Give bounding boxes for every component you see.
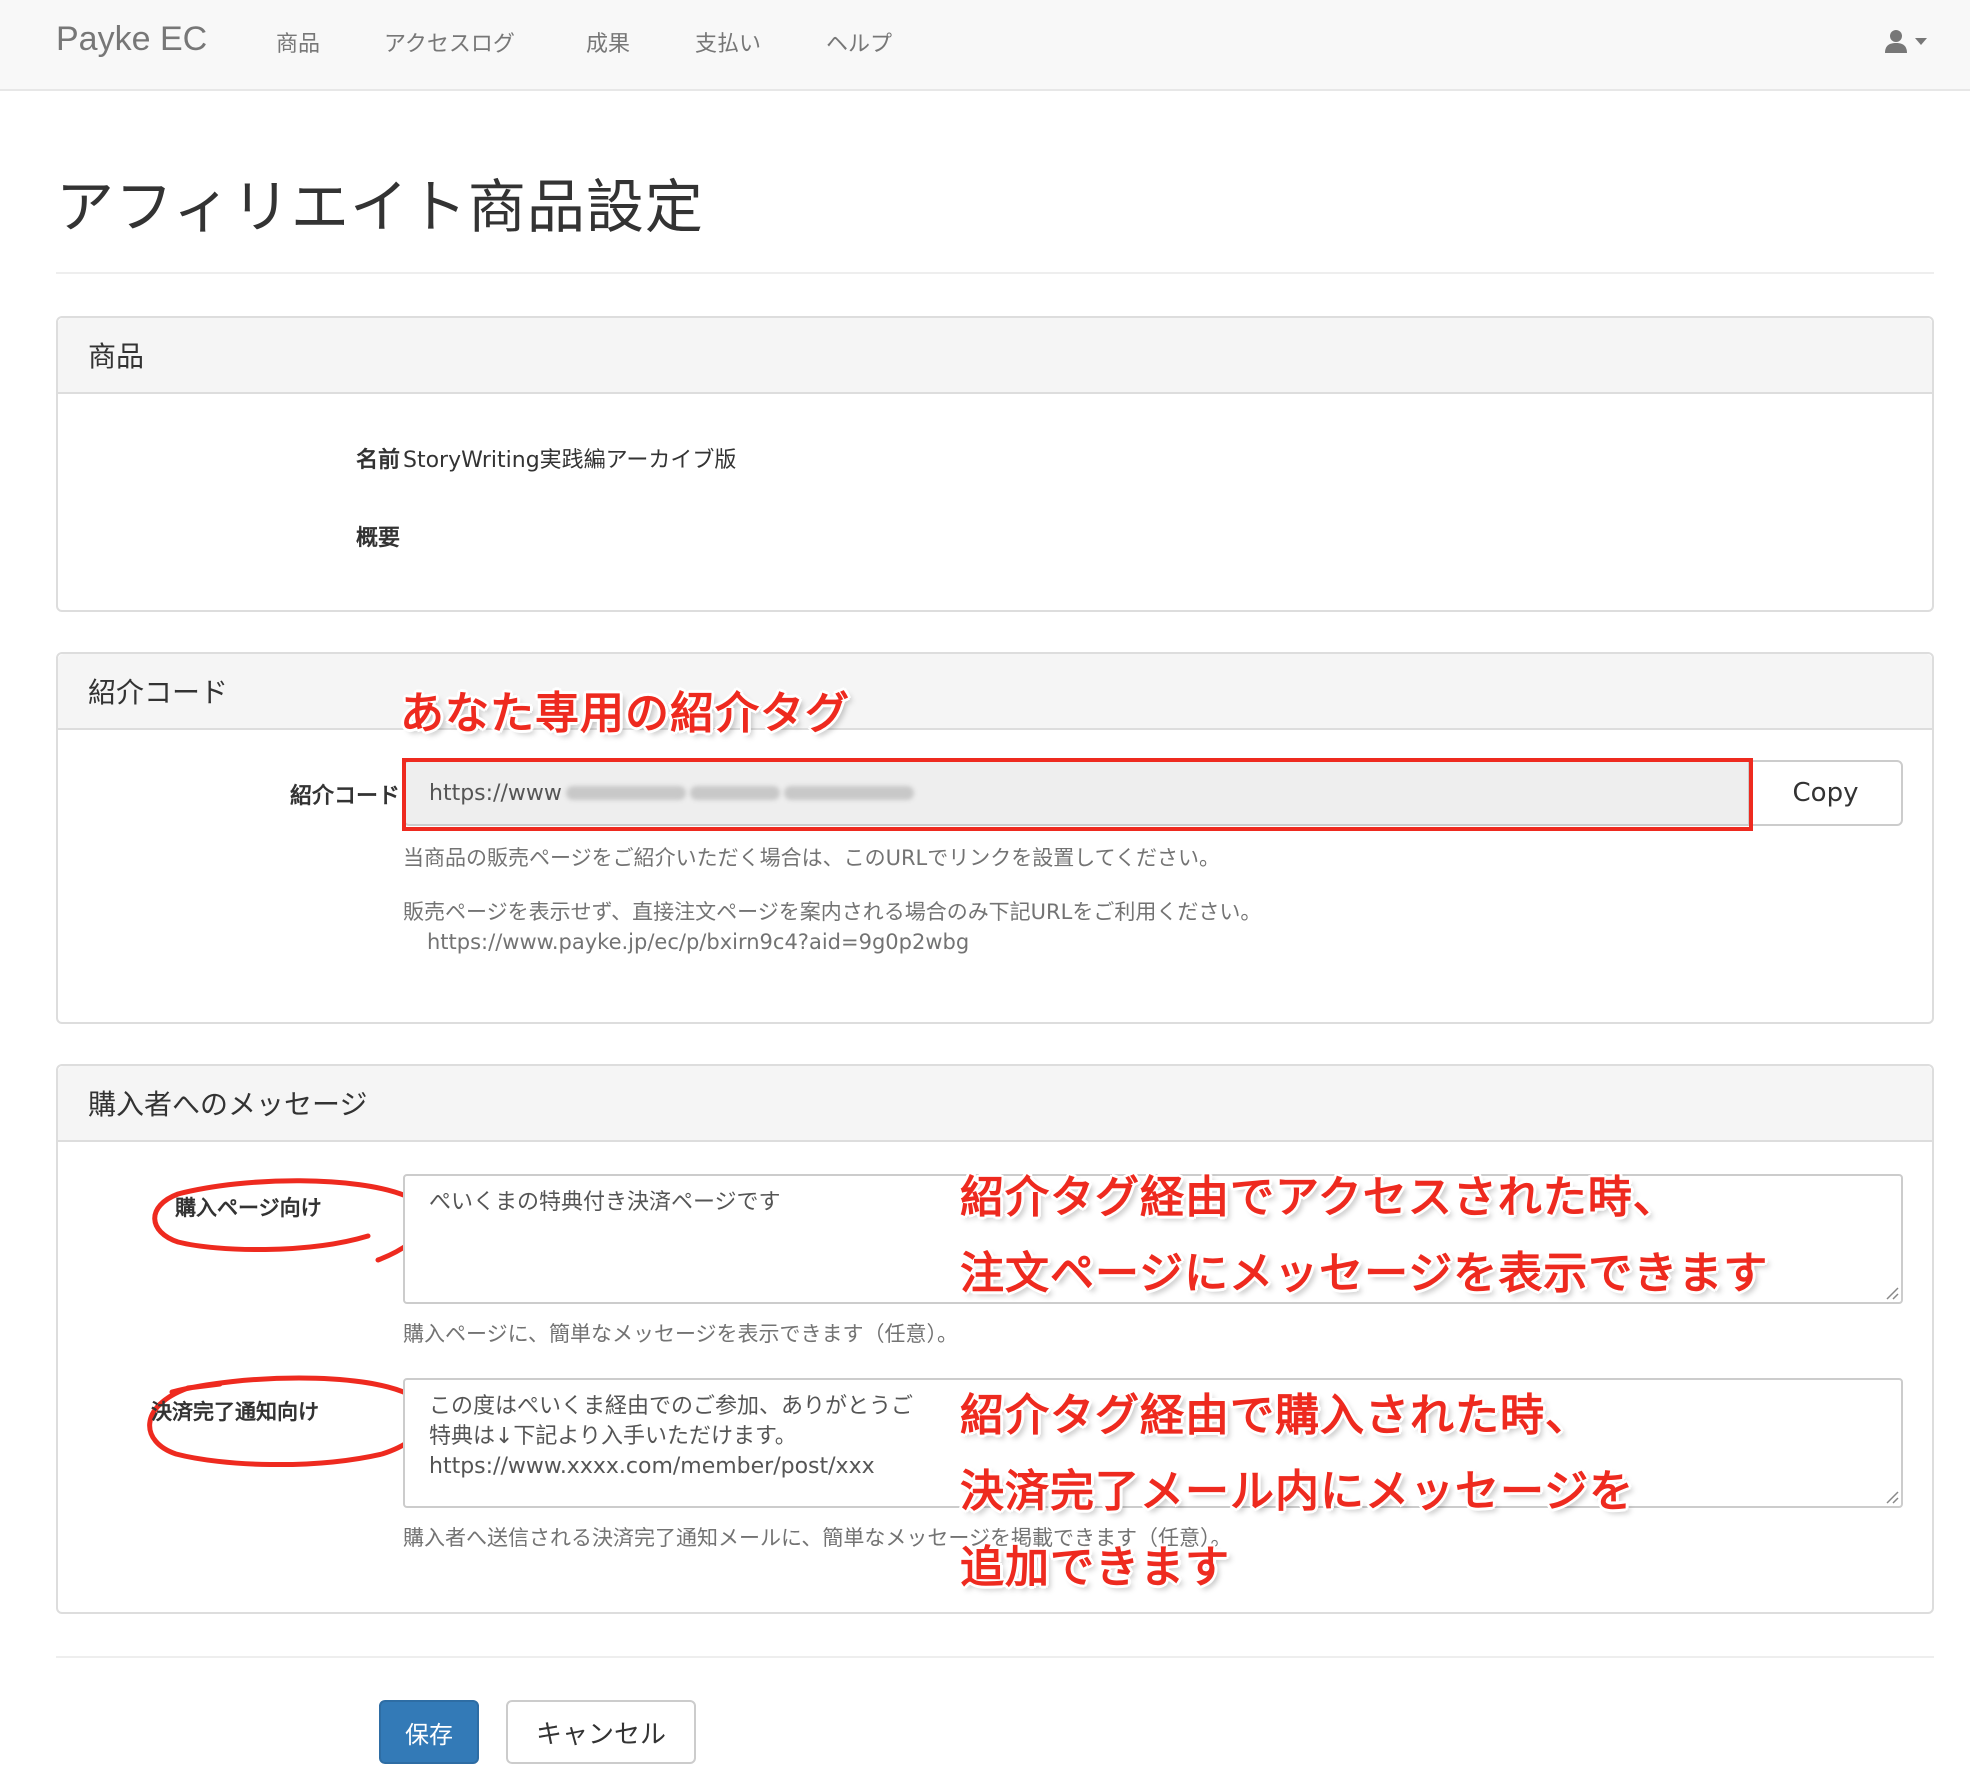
caret-down-icon bbox=[1915, 38, 1927, 45]
nav-item-products[interactable]: 商品 bbox=[276, 26, 320, 58]
highlight-box bbox=[402, 758, 1753, 831]
annotation-purchase-line2: 決済完了メール内にメッセージを bbox=[960, 1466, 1635, 1517]
product-name-label: 名前 bbox=[355, 448, 400, 473]
form-actions-divider bbox=[56, 1656, 1934, 1658]
resize-grip-icon[interactable] bbox=[1883, 1284, 1899, 1300]
save-button[interactable]: 保存 bbox=[379, 1700, 479, 1764]
hand-drawn-circle bbox=[152, 1178, 428, 1263]
page-title: アフィリエイト商品設定 bbox=[56, 173, 704, 241]
user-icon bbox=[1885, 30, 1907, 53]
direct-order-url: https://www.payke.jp/ec/p/bxirn9c4?aid=9… bbox=[427, 930, 970, 954]
purchase-page-label: 購入ページ向け bbox=[175, 1196, 322, 1220]
referral-panel: 紹介コード 紹介コード https://www Copy 当商品の販売ページをご… bbox=[56, 652, 1934, 1024]
referral-code-label: 紹介コード bbox=[289, 784, 400, 809]
nav-item-results[interactable]: 成果 bbox=[586, 26, 630, 58]
product-panel-heading: 商品 bbox=[58, 318, 1932, 394]
purchase-message-help: 購入ページに、簡単なメッセージを表示できます（任意）。 bbox=[403, 1322, 959, 1346]
nav-item-help[interactable]: ヘルプ bbox=[826, 26, 892, 58]
product-summary-label: 概要 bbox=[355, 526, 400, 551]
annotation-purchase-line1: 紹介タグ経由で購入された時、 bbox=[960, 1390, 1590, 1441]
copy-button[interactable]: Copy bbox=[1748, 760, 1903, 826]
product-name-value: StoryWriting実践編アーカイブ版 bbox=[403, 448, 737, 473]
purchase-message-value: ぺいくまの特典付き決済ページです bbox=[429, 1190, 781, 1215]
message-panel-heading: 購入者へのメッセージ bbox=[58, 1066, 1932, 1142]
user-menu[interactable] bbox=[1884, 24, 1940, 58]
referral-help-text: 当商品の販売ページをご紹介いただく場合は、このURLでリンクを設置してください。 bbox=[403, 846, 1220, 870]
annotation-access-line1: 紹介タグ経由でアクセスされた時、 bbox=[960, 1172, 1678, 1223]
annotation-purchase-line3: 追加できます bbox=[960, 1542, 1230, 1593]
annotation-referral-tag: あなた専用の紹介タグ bbox=[400, 688, 850, 739]
navbar: Payke EC 商品 アクセスログ 成果 支払い ヘルプ bbox=[0, 0, 1970, 91]
title-divider bbox=[56, 272, 1934, 274]
cancel-button[interactable]: キャンセル bbox=[506, 1700, 696, 1764]
direct-order-help-text: 販売ページを表示せず、直接注文ページを案内される場合のみ下記URLをご利用くださ… bbox=[403, 900, 1262, 924]
product-panel: 商品 名前 StoryWriting実践編アーカイブ版 概要 bbox=[56, 316, 1934, 612]
nav-item-access-log[interactable]: アクセスログ bbox=[384, 26, 515, 58]
resize-grip-icon[interactable] bbox=[1883, 1488, 1899, 1504]
payment-complete-label: 決済完了通知向け bbox=[151, 1400, 319, 1424]
nav-item-payments[interactable]: 支払い bbox=[695, 26, 761, 58]
annotation-access-line2: 注文ページにメッセージを表示できます bbox=[960, 1248, 1769, 1299]
brand-logo[interactable]: Payke EC bbox=[56, 20, 207, 59]
referral-panel-heading: 紹介コード bbox=[58, 654, 1932, 730]
